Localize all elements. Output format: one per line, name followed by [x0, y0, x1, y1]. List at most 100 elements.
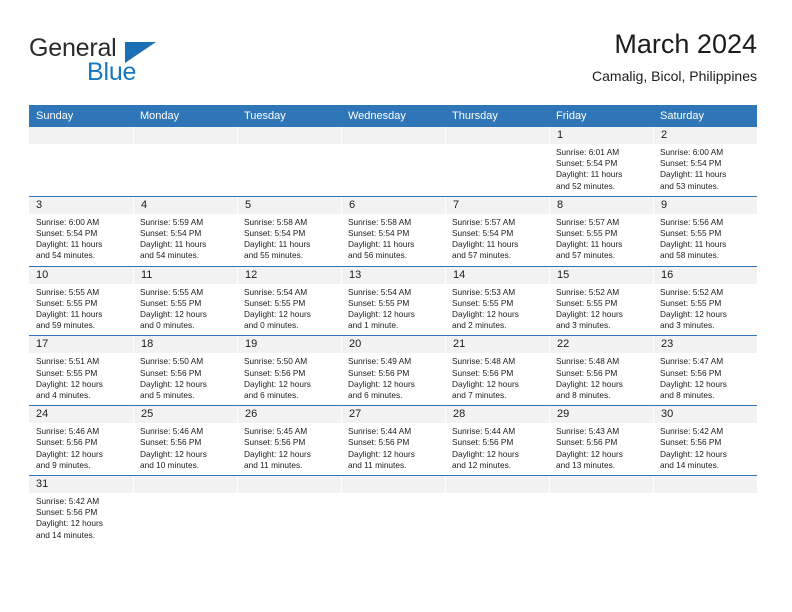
- sunrise-text: Sunrise: 5:51 AM: [36, 356, 100, 367]
- daylight-text-line2: and 12 minutes.: [452, 459, 512, 470]
- sunset-text: Sunset: 5:55 PM: [660, 228, 722, 239]
- day-number: [133, 476, 237, 494]
- day-number: 20: [341, 336, 445, 354]
- sunset-text: Sunset: 5:56 PM: [660, 437, 722, 448]
- sunrise-text: Sunrise: 5:56 AM: [660, 216, 724, 227]
- calendar-day-cell[interactable]: 5 Sunrise: 5:58 AM Sunset: 5:54 PM Daylight…: [237, 196, 341, 267]
- daylight-text-line1: Daylight: 11 hours: [660, 239, 727, 250]
- day-number: [445, 476, 549, 494]
- calendar-day-cell[interactable]: 17 Sunrise: 5:51 AM Sunset: 5:55 PM Dayligh…: [29, 335, 133, 407]
- daylight-text-line2: and 3 minutes.: [556, 320, 611, 331]
- calendar-day-cell[interactable]: 13 Sunrise: 5:54 AM Sunset: 5:55 PM Dayligh…: [341, 266, 445, 337]
- calendar-day-cell[interactable]: 15 Sunrise: 5:52 AM Sunset: 5:55 PM Dayligh…: [549, 266, 653, 337]
- daylight-text-line1: Daylight: 12 hours: [36, 518, 103, 529]
- daylight-text-line2: and 14 minutes.: [660, 459, 720, 470]
- calendar-day-cell[interactable]: 6 Sunrise: 5:58 AM Sunset: 5:54 PM Daylight…: [341, 196, 445, 267]
- daylight-text-line1: Daylight: 11 hours: [244, 239, 311, 250]
- calendar-cell-empty: [549, 475, 653, 545]
- daylight-text-line2: and 2 minutes.: [452, 320, 507, 331]
- day-details: Sunrise: 5:54 AM Sunset: 5:55 PM Daylight:…: [341, 284, 445, 336]
- calendar-day-cell[interactable]: 10 Sunrise: 5:55 AM Sunset: 5:55 PM Dayligh…: [29, 266, 133, 337]
- calendar-day-cell[interactable]: 29 Sunrise: 5:43 AM Sunset: 5:56 PM Dayligh…: [549, 405, 653, 477]
- daylight-text-line2: and 13 minutes.: [556, 459, 616, 470]
- calendar-day-cell[interactable]: 28 Sunrise: 5:44 AM Sunset: 5:56 PM Dayligh…: [445, 405, 549, 477]
- daylight-text-line2: and 52 minutes.: [556, 180, 616, 191]
- day-number: 19: [237, 336, 341, 354]
- calendar-day-cell[interactable]: 19 Sunrise: 5:50 AM Sunset: 5:56 PM Dayligh…: [237, 335, 341, 407]
- calendar-day-cell[interactable]: 25 Sunrise: 5:46 AM Sunset: 5:56 PM Dayligh…: [133, 405, 237, 477]
- calendar-day-cell[interactable]: 24 Sunrise: 5:46 AM Sunset: 5:56 PM Dayligh…: [29, 405, 133, 477]
- general-blue-logo[interactable]: General Blue: [29, 34, 239, 94]
- calendar-cell-empty: [133, 127, 237, 197]
- logo-text-blue: Blue: [87, 58, 137, 86]
- day-details: Sunrise: 5:54 AM Sunset: 5:55 PM Daylight:…: [237, 284, 341, 336]
- weekday-header-wednesday: Wednesday: [341, 105, 445, 127]
- sunset-text: Sunset: 5:56 PM: [556, 437, 618, 448]
- sunrise-text: Sunrise: 5:43 AM: [556, 426, 620, 437]
- daylight-text-line1: Daylight: 12 hours: [452, 448, 519, 459]
- daylight-text-line2: and 8 minutes.: [660, 390, 715, 401]
- calendar-day-cell[interactable]: 26 Sunrise: 5:45 AM Sunset: 5:56 PM Dayligh…: [237, 405, 341, 477]
- calendar-day-cell[interactable]: 23 Sunrise: 5:47 AM Sunset: 5:56 PM Dayligh…: [653, 335, 757, 407]
- calendar-day-cell[interactable]: 2 Sunrise: 6:00 AM Sunset: 5:54 PM Daylight…: [653, 127, 757, 197]
- day-number: 31: [29, 476, 133, 494]
- sunset-text: Sunset: 5:55 PM: [36, 367, 98, 378]
- calendar-cell-empty: [237, 127, 341, 197]
- sunrise-text: Sunrise: 5:57 AM: [556, 216, 620, 227]
- sunrise-text: Sunrise: 5:42 AM: [36, 496, 100, 507]
- calendar-cell-empty: [133, 475, 237, 545]
- day-details: Sunrise: 5:50 AM Sunset: 5:56 PM Daylight:…: [237, 353, 341, 405]
- day-number: [549, 476, 653, 494]
- calendar-day-cell[interactable]: 12 Sunrise: 5:54 AM Sunset: 5:55 PM Dayligh…: [237, 266, 341, 337]
- daylight-text-line2: and 1 minute.: [348, 320, 399, 331]
- day-number: 15: [549, 266, 653, 284]
- daylight-text-line2: and 6 minutes.: [348, 390, 403, 401]
- day-number: 26: [237, 406, 341, 424]
- calendar-day-cell[interactable]: 14 Sunrise: 5:53 AM Sunset: 5:55 PM Dayligh…: [445, 266, 549, 337]
- calendar-day-cell[interactable]: 30 Sunrise: 5:42 AM Sunset: 5:56 PM Dayligh…: [653, 405, 757, 477]
- calendar-day-cell[interactable]: 18 Sunrise: 5:50 AM Sunset: 5:56 PM Dayligh…: [133, 335, 237, 407]
- daylight-text-line2: and 58 minutes.: [660, 250, 720, 261]
- calendar-day-cell[interactable]: 1 Sunrise: 6:01 AM Sunset: 5:54 PM Daylight…: [549, 127, 653, 197]
- daylight-text-line2: and 55 minutes.: [244, 250, 304, 261]
- day-details: Sunrise: 5:55 AM Sunset: 5:55 PM Daylight:…: [133, 284, 237, 336]
- sunset-text: Sunset: 5:56 PM: [348, 437, 410, 448]
- calendar-day-cell[interactable]: 22 Sunrise: 5:48 AM Sunset: 5:56 PM Dayligh…: [549, 335, 653, 407]
- day-details: Sunrise: 5:42 AM Sunset: 5:56 PM Daylight:…: [653, 423, 757, 475]
- calendar-page: General Blue March 2024 Camalig, Bicol, …: [0, 0, 792, 612]
- day-details: Sunrise: 5:58 AM Sunset: 5:54 PM Daylight:…: [341, 214, 445, 266]
- daylight-text-line2: and 11 minutes.: [348, 459, 407, 470]
- day-number: 24: [29, 406, 133, 424]
- calendar-day-cell[interactable]: 9 Sunrise: 5:56 AM Sunset: 5:55 PM Daylight…: [653, 196, 757, 267]
- daylight-text-line1: Daylight: 11 hours: [556, 169, 623, 180]
- calendar-day-cell[interactable]: 4 Sunrise: 5:59 AM Sunset: 5:54 PM Daylight…: [133, 196, 237, 267]
- day-details: Sunrise: 5:48 AM Sunset: 5:56 PM Daylight:…: [445, 353, 549, 405]
- calendar-day-cell[interactable]: 3 Sunrise: 6:00 AM Sunset: 5:54 PM Daylight…: [29, 196, 133, 267]
- calendar-day-cell[interactable]: 7 Sunrise: 5:57 AM Sunset: 5:54 PM Daylight…: [445, 196, 549, 267]
- calendar-day-cell[interactable]: 8 Sunrise: 5:57 AM Sunset: 5:55 PM Daylight…: [549, 196, 653, 267]
- daylight-text-line2: and 7 minutes.: [452, 390, 507, 401]
- day-number: 30: [653, 406, 757, 424]
- day-details: Sunrise: 6:01 AM Sunset: 5:54 PM Daylight:…: [549, 144, 653, 196]
- day-number: [653, 476, 757, 494]
- calendar-day-cell[interactable]: 20 Sunrise: 5:49 AM Sunset: 5:56 PM Dayligh…: [341, 335, 445, 407]
- calendar-day-cell[interactable]: 31 Sunrise: 5:42 AM Sunset: 5:56 PM Dayligh…: [29, 475, 133, 545]
- daylight-text-line2: and 53 minutes.: [660, 180, 720, 191]
- weekday-header-row: Sunday Monday Tuesday Wednesday Thursday…: [29, 105, 757, 127]
- daylight-text-line2: and 14 minutes.: [36, 529, 96, 540]
- day-number: 5: [237, 196, 341, 214]
- day-details: Sunrise: 5:45 AM Sunset: 5:56 PM Daylight:…: [237, 423, 341, 475]
- sunset-text: Sunset: 5:56 PM: [660, 367, 722, 378]
- day-details: Sunrise: 5:50 AM Sunset: 5:56 PM Daylight:…: [133, 353, 237, 405]
- sunrise-text: Sunrise: 5:49 AM: [348, 356, 412, 367]
- calendar-day-cell[interactable]: 27 Sunrise: 5:44 AM Sunset: 5:56 PM Dayligh…: [341, 405, 445, 477]
- sunrise-text: Sunrise: 5:44 AM: [348, 426, 412, 437]
- calendar-day-cell[interactable]: 11 Sunrise: 5:55 AM Sunset: 5:55 PM Dayligh…: [133, 266, 237, 337]
- calendar-day-cell[interactable]: 16 Sunrise: 5:52 AM Sunset: 5:55 PM Dayligh…: [653, 266, 757, 337]
- calendar-cell-empty: [29, 127, 133, 197]
- daylight-text-line2: and 11 minutes.: [244, 459, 303, 470]
- weekday-header-thursday: Thursday: [445, 105, 549, 127]
- calendar-table: Sunday Monday Tuesday Wednesday Thursday…: [29, 105, 757, 545]
- weekday-header-monday: Monday: [133, 105, 237, 127]
- calendar-day-cell[interactable]: 21 Sunrise: 5:48 AM Sunset: 5:56 PM Dayligh…: [445, 335, 549, 407]
